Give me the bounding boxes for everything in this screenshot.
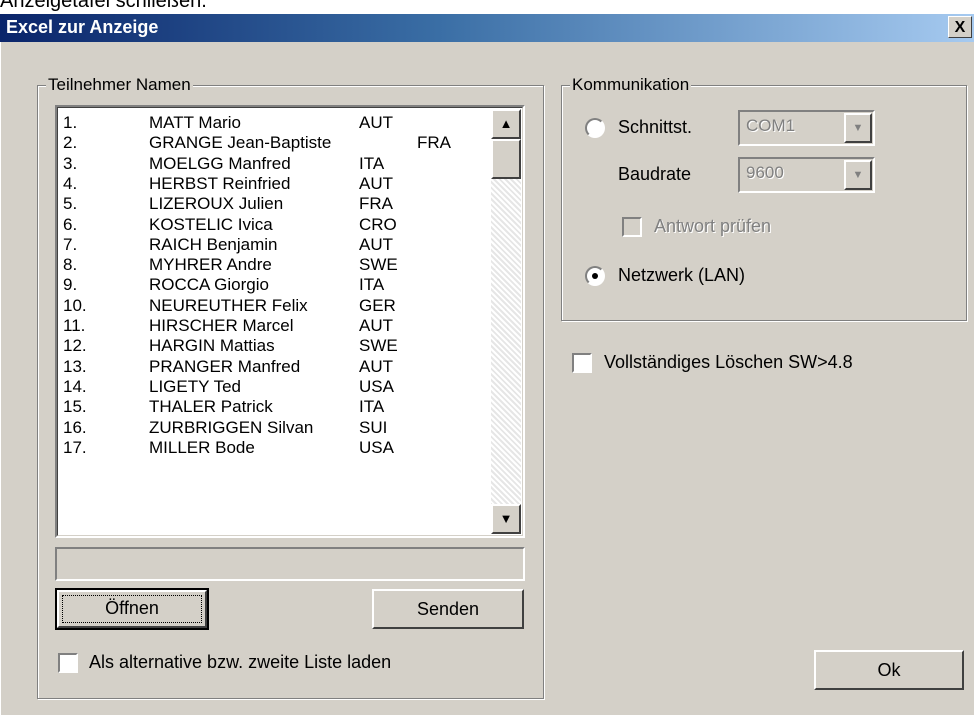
- serial-label: Schnittst.: [618, 117, 693, 137]
- participant-nation: FRA: [417, 133, 451, 153]
- participants-scrollbar[interactable]: ▲ ▼: [491, 109, 521, 534]
- participant-number: 4.: [63, 173, 78, 193]
- participant-nation: ITA: [359, 397, 385, 417]
- participant-name: LIGETY Ted: [149, 376, 241, 396]
- participant-number: 1.: [63, 113, 78, 132]
- com-port-select[interactable]: COM1 ▼: [738, 110, 875, 146]
- participant-number: 14.: [63, 376, 87, 396]
- communication-legend: Kommunikation: [570, 75, 692, 95]
- participant-number: 15.: [63, 397, 87, 417]
- participant-nation: ITA: [359, 153, 385, 173]
- chevron-down-icon[interactable]: ▼: [844, 113, 872, 143]
- participant-name: MILLER Bode: [149, 437, 255, 457]
- title-bar[interactable]: Excel zur Anzeige X: [0, 14, 974, 42]
- participant-nation: GER: [359, 295, 396, 315]
- baud-rate-value: 9600: [746, 163, 784, 182]
- participant-nation: ITA: [359, 275, 385, 295]
- full-delete-label: Vollständiges Löschen SW>4.8: [604, 352, 853, 372]
- participant-name: MYHRER Andre: [149, 255, 272, 275]
- participant-nation: CRO: [359, 214, 397, 234]
- participant-number: 6.: [63, 214, 78, 234]
- participant-number: 12.: [63, 336, 87, 356]
- scroll-up-button[interactable]: ▲: [491, 109, 521, 139]
- check-response-label: Antwort prüfen: [654, 216, 772, 236]
- network-label: Netzwerk (LAN): [618, 265, 746, 285]
- participant-name: RAICH Benjamin: [149, 234, 278, 254]
- focus-rect: [62, 595, 202, 623]
- alt-list-label: Als alternative bzw. zweite Liste laden: [89, 652, 392, 672]
- alt-list-checkbox[interactable]: [58, 653, 78, 673]
- full-delete-label-clip: Vollständiges Löschen SW>4.8: [604, 351, 914, 375]
- close-button[interactable]: X: [948, 16, 972, 38]
- full-delete-checkbox[interactable]: [572, 353, 592, 373]
- background-caption: Anzeigetafel schließen.: [0, 0, 974, 14]
- participant-number: 13.: [63, 356, 87, 376]
- chevron-down-icon[interactable]: ▼: [844, 160, 872, 190]
- participant-nation: AUT: [359, 113, 393, 132]
- participant-name: HARGIN Mattias: [149, 336, 275, 356]
- participant-name: NEUREUTHER Felix: [149, 295, 308, 315]
- baud-label: Baudrate: [618, 164, 692, 184]
- participant-nation: AUT: [359, 316, 393, 335]
- background-caption-text: Anzeigetafel schließen.: [0, 0, 207, 12]
- radio-selected-dot: [592, 273, 598, 279]
- participant-nation: SWE: [359, 255, 398, 275]
- open-button[interactable]: Öffnen: [55, 588, 209, 630]
- participant-nation: USA: [359, 376, 394, 396]
- participant-number: 3.: [63, 153, 78, 173]
- participant-nation: AUT: [359, 356, 393, 376]
- participant-number: 5.: [63, 194, 78, 214]
- participant-number: 16.: [63, 417, 87, 437]
- participant-name: ZURBRIGGEN Silvan: [149, 417, 314, 437]
- participant-name: ROCCA Giorgio: [149, 275, 269, 295]
- participant-name: THALER Patrick: [149, 397, 273, 417]
- participant-name: HIRSCHER Marcel: [149, 316, 294, 335]
- window-title: Excel zur Anzeige: [6, 17, 159, 37]
- participant-number: 10.: [63, 295, 87, 315]
- ok-button[interactable]: Ok: [814, 650, 964, 690]
- participant-number: 8.: [63, 255, 78, 275]
- participant-name: KOSTELIC Ivica: [149, 214, 273, 234]
- progress-field: [55, 547, 525, 581]
- participant-nation: SWE: [359, 336, 398, 356]
- participant-nation: AUT: [359, 173, 393, 193]
- scroll-down-button[interactable]: ▼: [491, 504, 521, 534]
- baud-rate-select[interactable]: 9600 ▼: [738, 157, 875, 193]
- ok-button-label: Ok: [877, 660, 901, 680]
- participants-listbox[interactable]: 1. MATT Mario AUT 2. GRANGE Jean-Baptiste FRA…: [55, 105, 525, 538]
- scroll-thumb[interactable]: [491, 139, 521, 179]
- participant-nation: AUT: [359, 234, 393, 254]
- participant-name: MATT Mario: [149, 113, 241, 132]
- send-button-label: Senden: [416, 599, 480, 619]
- participant-number: 9.: [63, 275, 78, 295]
- participant-nation: SUI: [359, 417, 388, 437]
- participant-number: 11.: [63, 316, 86, 335]
- participant-number: 7.: [63, 234, 78, 254]
- participants-legend: Teilnehmer Namen: [46, 75, 193, 95]
- serial-radio[interactable]: [585, 118, 605, 138]
- participant-number: 17.: [63, 437, 87, 457]
- network-radio[interactable]: [585, 266, 605, 286]
- window-border: [0, 42, 8, 715]
- participant-name: MOELGG Manfred: [149, 153, 291, 173]
- check-response-checkbox[interactable]: [622, 217, 642, 237]
- participant-nation: FRA: [359, 194, 393, 214]
- participant-name: GRANGE Jean-Baptiste: [149, 133, 332, 153]
- participant-nation: USA: [359, 437, 394, 457]
- com-port-value: COM1: [746, 116, 796, 135]
- participant-number: 2.: [63, 133, 78, 153]
- participant-name: HERBST Reinfried: [149, 173, 291, 193]
- participant-name: LIZEROUX Julien: [149, 194, 284, 214]
- participant-name: PRANGER Manfred: [149, 356, 301, 376]
- send-button[interactable]: Senden: [372, 589, 524, 629]
